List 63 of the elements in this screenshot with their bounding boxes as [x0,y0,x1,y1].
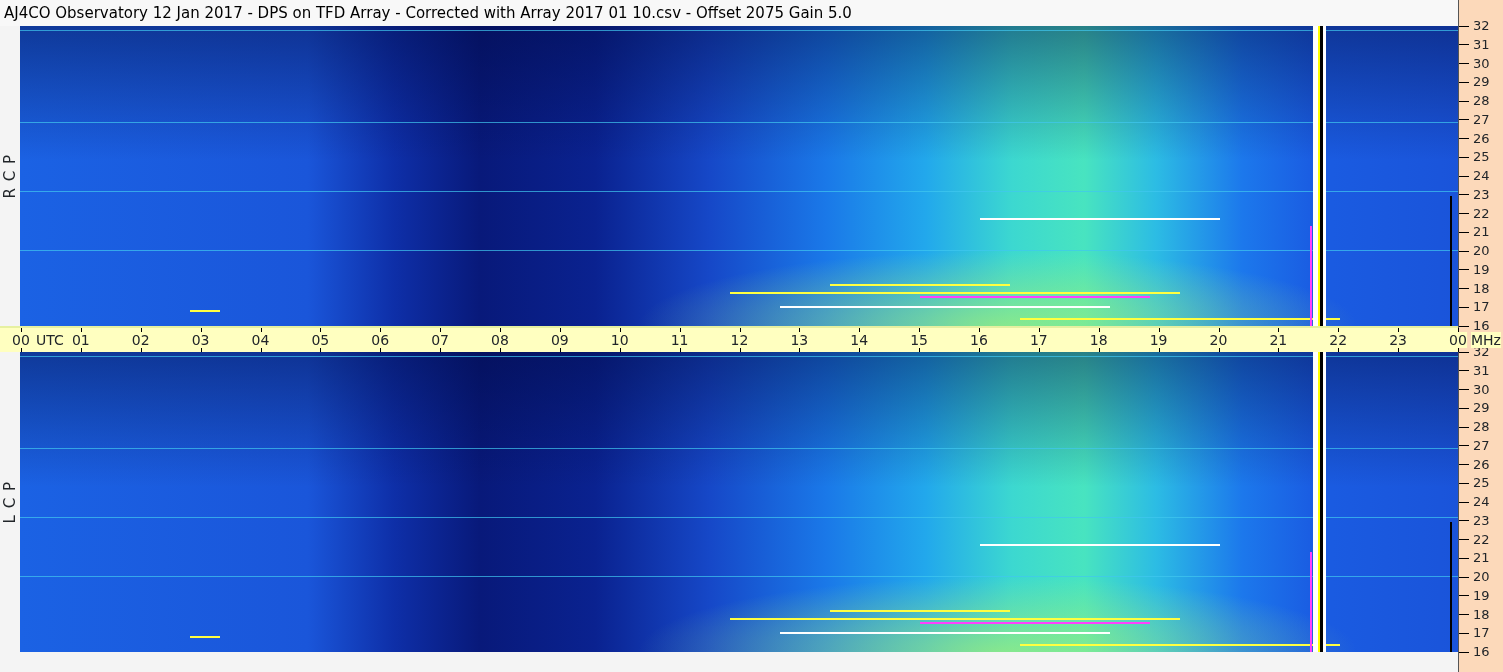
hour-label: 01 [71,332,90,348]
frequency-label: 16 [1473,319,1490,333]
frequency-label: 28 [1473,420,1490,434]
frequency-label: 20 [1473,570,1490,584]
hour-label: 00 [1449,332,1467,348]
frequency-label: 17 [1473,300,1490,315]
frequency-label: 21 [1473,551,1490,566]
hour-label: 23 [1389,332,1408,348]
hour-label: 11 [670,332,689,348]
frequency-label: 25 [1473,476,1490,491]
hour-label: 21 [1269,332,1288,348]
hour-label: 19 [1149,332,1168,348]
frequency-label: 17 [1473,626,1490,641]
window-title: AJ4CO Observatory 12 Jan 2017 - DPS on TFD Array - Corrected with Array 2017 01 10.csv - Offset 2075 Gain 5.0 [0,0,1458,26]
frequency-label: 31 [1473,37,1490,52]
hour-label: 18 [1089,332,1108,348]
hour-label: 15 [910,332,929,348]
frequency-label: 22 [1473,206,1490,221]
frequency-label: 24 [1473,169,1490,183]
frequency-label: 29 [1473,401,1490,416]
hour-label: 07 [431,332,450,348]
frequency-label: 26 [1473,131,1490,146]
frequency-label: 30 [1473,56,1490,71]
hour-label: 03 [191,332,210,348]
frequency-label: 18 [1473,281,1490,296]
hour-label: 16 [970,332,988,348]
frequency-label: 20 [1473,244,1490,258]
hour-label: 00 [12,332,30,348]
hour-label: 08 [491,332,509,348]
hour-label: 22 [1329,332,1348,348]
unit-label: MHz [1471,332,1501,348]
polarization-label: L C P [0,480,20,524]
frequency-label: 28 [1473,94,1490,108]
hour-label: 12 [730,332,749,348]
frequency-label: 18 [1473,607,1490,622]
hour-label: 09 [550,332,569,348]
timezone-label: UTC [36,332,64,348]
hour-label: 05 [311,332,330,348]
hour-label: 06 [371,332,390,348]
frequency-label: 23 [1473,513,1490,528]
hour-label: 13 [790,332,809,348]
frequency-label: 16 [1473,645,1490,659]
frequency-label: 19 [1473,588,1490,603]
frequency-label: 19 [1473,262,1490,277]
frequency-label: 26 [1473,457,1490,472]
frequency-label: 22 [1473,532,1490,547]
hour-label: 10 [610,332,629,348]
frequency-label: 25 [1473,150,1490,165]
hour-label: 17 [1029,332,1048,348]
hour-label: 20 [1209,332,1228,348]
frequency-label: 21 [1473,225,1490,240]
frequency-label: 27 [1473,112,1490,127]
frequency-label: 31 [1473,363,1490,378]
frequency-label: 23 [1473,187,1490,202]
hour-label: 14 [850,332,869,348]
frequency-label: 24 [1473,495,1490,509]
frequency-label: 29 [1473,75,1490,90]
polarization-label: R C P [0,153,20,199]
frequency-label: 27 [1473,438,1490,453]
hour-label: 04 [251,332,270,348]
hour-label: 02 [131,332,150,348]
frequency-label: 32 [1473,19,1490,33]
frequency-label: 30 [1473,382,1490,397]
